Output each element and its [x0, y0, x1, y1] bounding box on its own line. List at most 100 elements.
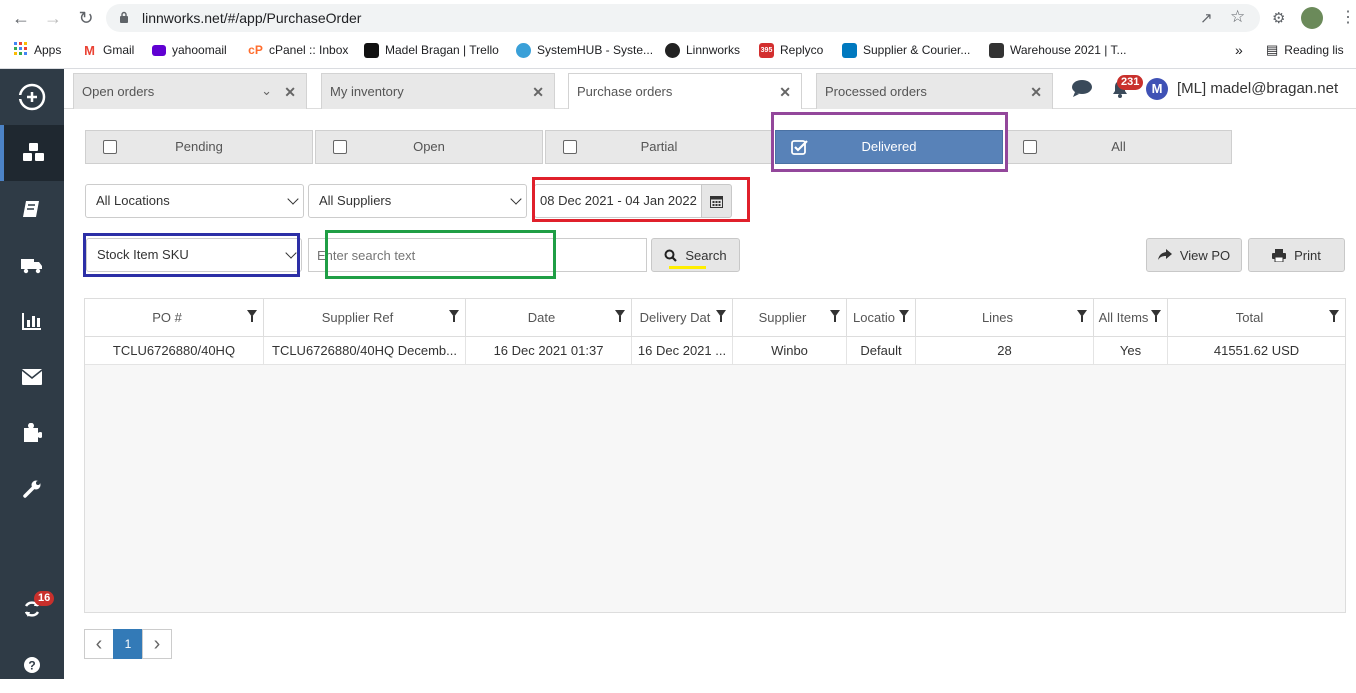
location-select[interactable]: All Locations — [85, 184, 304, 218]
sidebar-item-orders[interactable] — [0, 181, 64, 237]
column-label: Total — [1235, 310, 1264, 325]
bookmark-label: Gmail — [103, 43, 135, 57]
star-icon[interactable]: ☆ — [1230, 7, 1245, 27]
search-input[interactable] — [308, 238, 647, 272]
pager-next-button[interactable]: › — [142, 629, 172, 659]
sidebar-item-reports[interactable] — [0, 293, 64, 349]
sidebar-item-inventory[interactable] — [0, 125, 64, 181]
column-header-supplier-ref[interactable]: Supplier Ref — [264, 299, 466, 337]
filter-icon[interactable] — [830, 310, 840, 322]
supplier-select[interactable]: All Suppliers — [308, 184, 527, 218]
chat-icon[interactable] — [1071, 79, 1093, 100]
bookmark-trello[interactable]: Madel Bragan | Trello — [364, 41, 499, 59]
bookmark-label: Supplier & Courier... — [863, 43, 971, 57]
chevron-left-icon: ‹ — [95, 633, 103, 655]
filter-icon[interactable] — [1151, 310, 1161, 322]
close-icon[interactable]: ✕ — [532, 84, 544, 101]
column-header-lines[interactable]: Lines — [916, 299, 1094, 337]
bookmark-label: cPanel :: Inbox — [269, 43, 349, 57]
reading-list-icon: ▤ — [1266, 42, 1279, 57]
bookmark-linnworks[interactable]: Linnworks — [665, 41, 740, 59]
bookmark-supplier[interactable]: Supplier & Courier... — [842, 41, 970, 59]
url-text: linnworks.net/#/app/PurchaseOrder — [142, 10, 362, 26]
menu-icon[interactable]: ⋮ — [1340, 7, 1356, 27]
column-header-supplier[interactable]: Supplier — [733, 299, 847, 337]
filter-icon[interactable] — [1077, 310, 1087, 322]
view-po-label: View PO — [1179, 247, 1231, 263]
forward-icon[interactable]: → — [42, 7, 64, 29]
bookmark-label: Apps — [34, 43, 62, 57]
extensions-icon[interactable]: ⚙ — [1272, 9, 1285, 27]
sidebar-item-sync[interactable]: 16 — [0, 581, 64, 637]
bookmark-systemhub[interactable]: SystemHUB - Syste... — [516, 41, 653, 59]
tab-open-orders[interactable]: Open orders ⌄ ✕ — [73, 73, 307, 109]
sidebar-item-shipping[interactable] — [0, 237, 64, 293]
status-label: Delivered — [861, 139, 917, 154]
bookmark-warehouse[interactable]: Warehouse 2021 | T... — [989, 41, 1127, 59]
status-open-button[interactable]: Open — [315, 130, 543, 164]
share-icon[interactable]: ↗ — [1200, 9, 1213, 27]
bookmark-yahoomail[interactable]: yahoomail — [152, 41, 227, 59]
close-icon[interactable]: ✕ — [1030, 84, 1042, 101]
column-header-total[interactable]: Total — [1168, 299, 1345, 337]
sidebar-item-logo[interactable] — [0, 69, 64, 125]
status-label: All — [1111, 139, 1126, 154]
filter-icon[interactable] — [899, 310, 909, 322]
column-header-delivery-date[interactable]: Delivery Dat — [632, 299, 733, 337]
tab-my-inventory[interactable]: My inventory ✕ — [321, 73, 555, 109]
address-bar[interactable]: linnworks.net/#/app/PurchaseOrder ↗ ☆ — [106, 4, 1260, 32]
status-partial-button[interactable]: Partial — [545, 130, 773, 164]
bookmark-gmail[interactable]: M Gmail — [82, 41, 134, 59]
truck-icon — [21, 259, 42, 274]
share-arrow-icon — [1157, 249, 1172, 260]
search-icon — [664, 249, 678, 262]
systemhub-icon — [516, 42, 531, 58]
bookmarks-more[interactable]: » — [1235, 41, 1243, 59]
view-po-button[interactable]: View PO — [1146, 238, 1242, 272]
pager-page-button[interactable]: 1 — [113, 629, 143, 659]
column-header-date[interactable]: Date — [466, 299, 632, 337]
status-all-button[interactable]: All — [1005, 130, 1232, 164]
bookmark-replyco[interactable]: 395 Replyco — [759, 41, 823, 59]
close-icon[interactable]: ✕ — [284, 84, 296, 101]
sidebar-item-apps[interactable] — [0, 405, 64, 461]
cubes-icon — [23, 143, 44, 161]
close-icon[interactable]: ✕ — [779, 84, 791, 101]
avatar[interactable]: M — [1146, 78, 1168, 100]
calendar-button[interactable] — [701, 184, 732, 218]
profile-avatar[interactable] — [1301, 7, 1323, 29]
sidebar-item-messages[interactable] — [0, 349, 64, 405]
print-button[interactable]: Print — [1248, 238, 1345, 272]
sidebar-item-help[interactable]: ? — [0, 637, 64, 693]
column-header-location[interactable]: Locatio — [847, 299, 916, 337]
lock-icon — [119, 11, 129, 23]
bookmark-apps[interactable]: Apps — [14, 41, 61, 59]
user-name[interactable]: [ML] madel@bragan.net — [1177, 80, 1338, 97]
pager-prev-button[interactable]: ‹ — [84, 629, 114, 659]
status-label: Partial — [640, 139, 678, 154]
filter-icon[interactable] — [449, 310, 459, 322]
search-type-select[interactable]: Stock Item SKU — [86, 238, 302, 272]
column-header-all-items[interactable]: All Items — [1094, 299, 1168, 337]
filter-icon[interactable] — [1329, 310, 1339, 322]
date-range-input[interactable]: 08 Dec 2021 - 04 Jan 2022 — [534, 184, 702, 218]
chevron-down-icon — [287, 193, 299, 205]
filter-icon[interactable] — [615, 310, 625, 322]
reload-icon[interactable]: ↻ — [75, 7, 97, 29]
bookmark-label: Replyco — [780, 43, 824, 57]
reading-list[interactable]: ▤ Reading lis — [1266, 41, 1344, 59]
envelope-icon — [22, 369, 42, 385]
bookmark-label: yahoomail — [172, 43, 227, 57]
column-header-po[interactable]: PO # — [85, 299, 264, 337]
supplier-value: All Suppliers — [319, 193, 392, 208]
filter-icon[interactable] — [247, 310, 257, 322]
back-icon[interactable]: ← — [10, 7, 32, 29]
status-delivered-button[interactable]: Delivered — [775, 130, 1003, 164]
tab-purchase-orders[interactable]: Purchase orders ✕ — [568, 73, 802, 109]
bookmark-cpanel[interactable]: cP cPanel :: Inbox — [248, 41, 348, 59]
sidebar-item-settings[interactable] — [0, 461, 64, 517]
tab-processed-orders[interactable]: Processed orders ✕ — [816, 73, 1053, 109]
status-pending-button[interactable]: Pending — [85, 130, 313, 164]
filter-icon[interactable] — [716, 310, 726, 322]
chevron-down-icon[interactable]: ⌄ — [261, 83, 272, 99]
